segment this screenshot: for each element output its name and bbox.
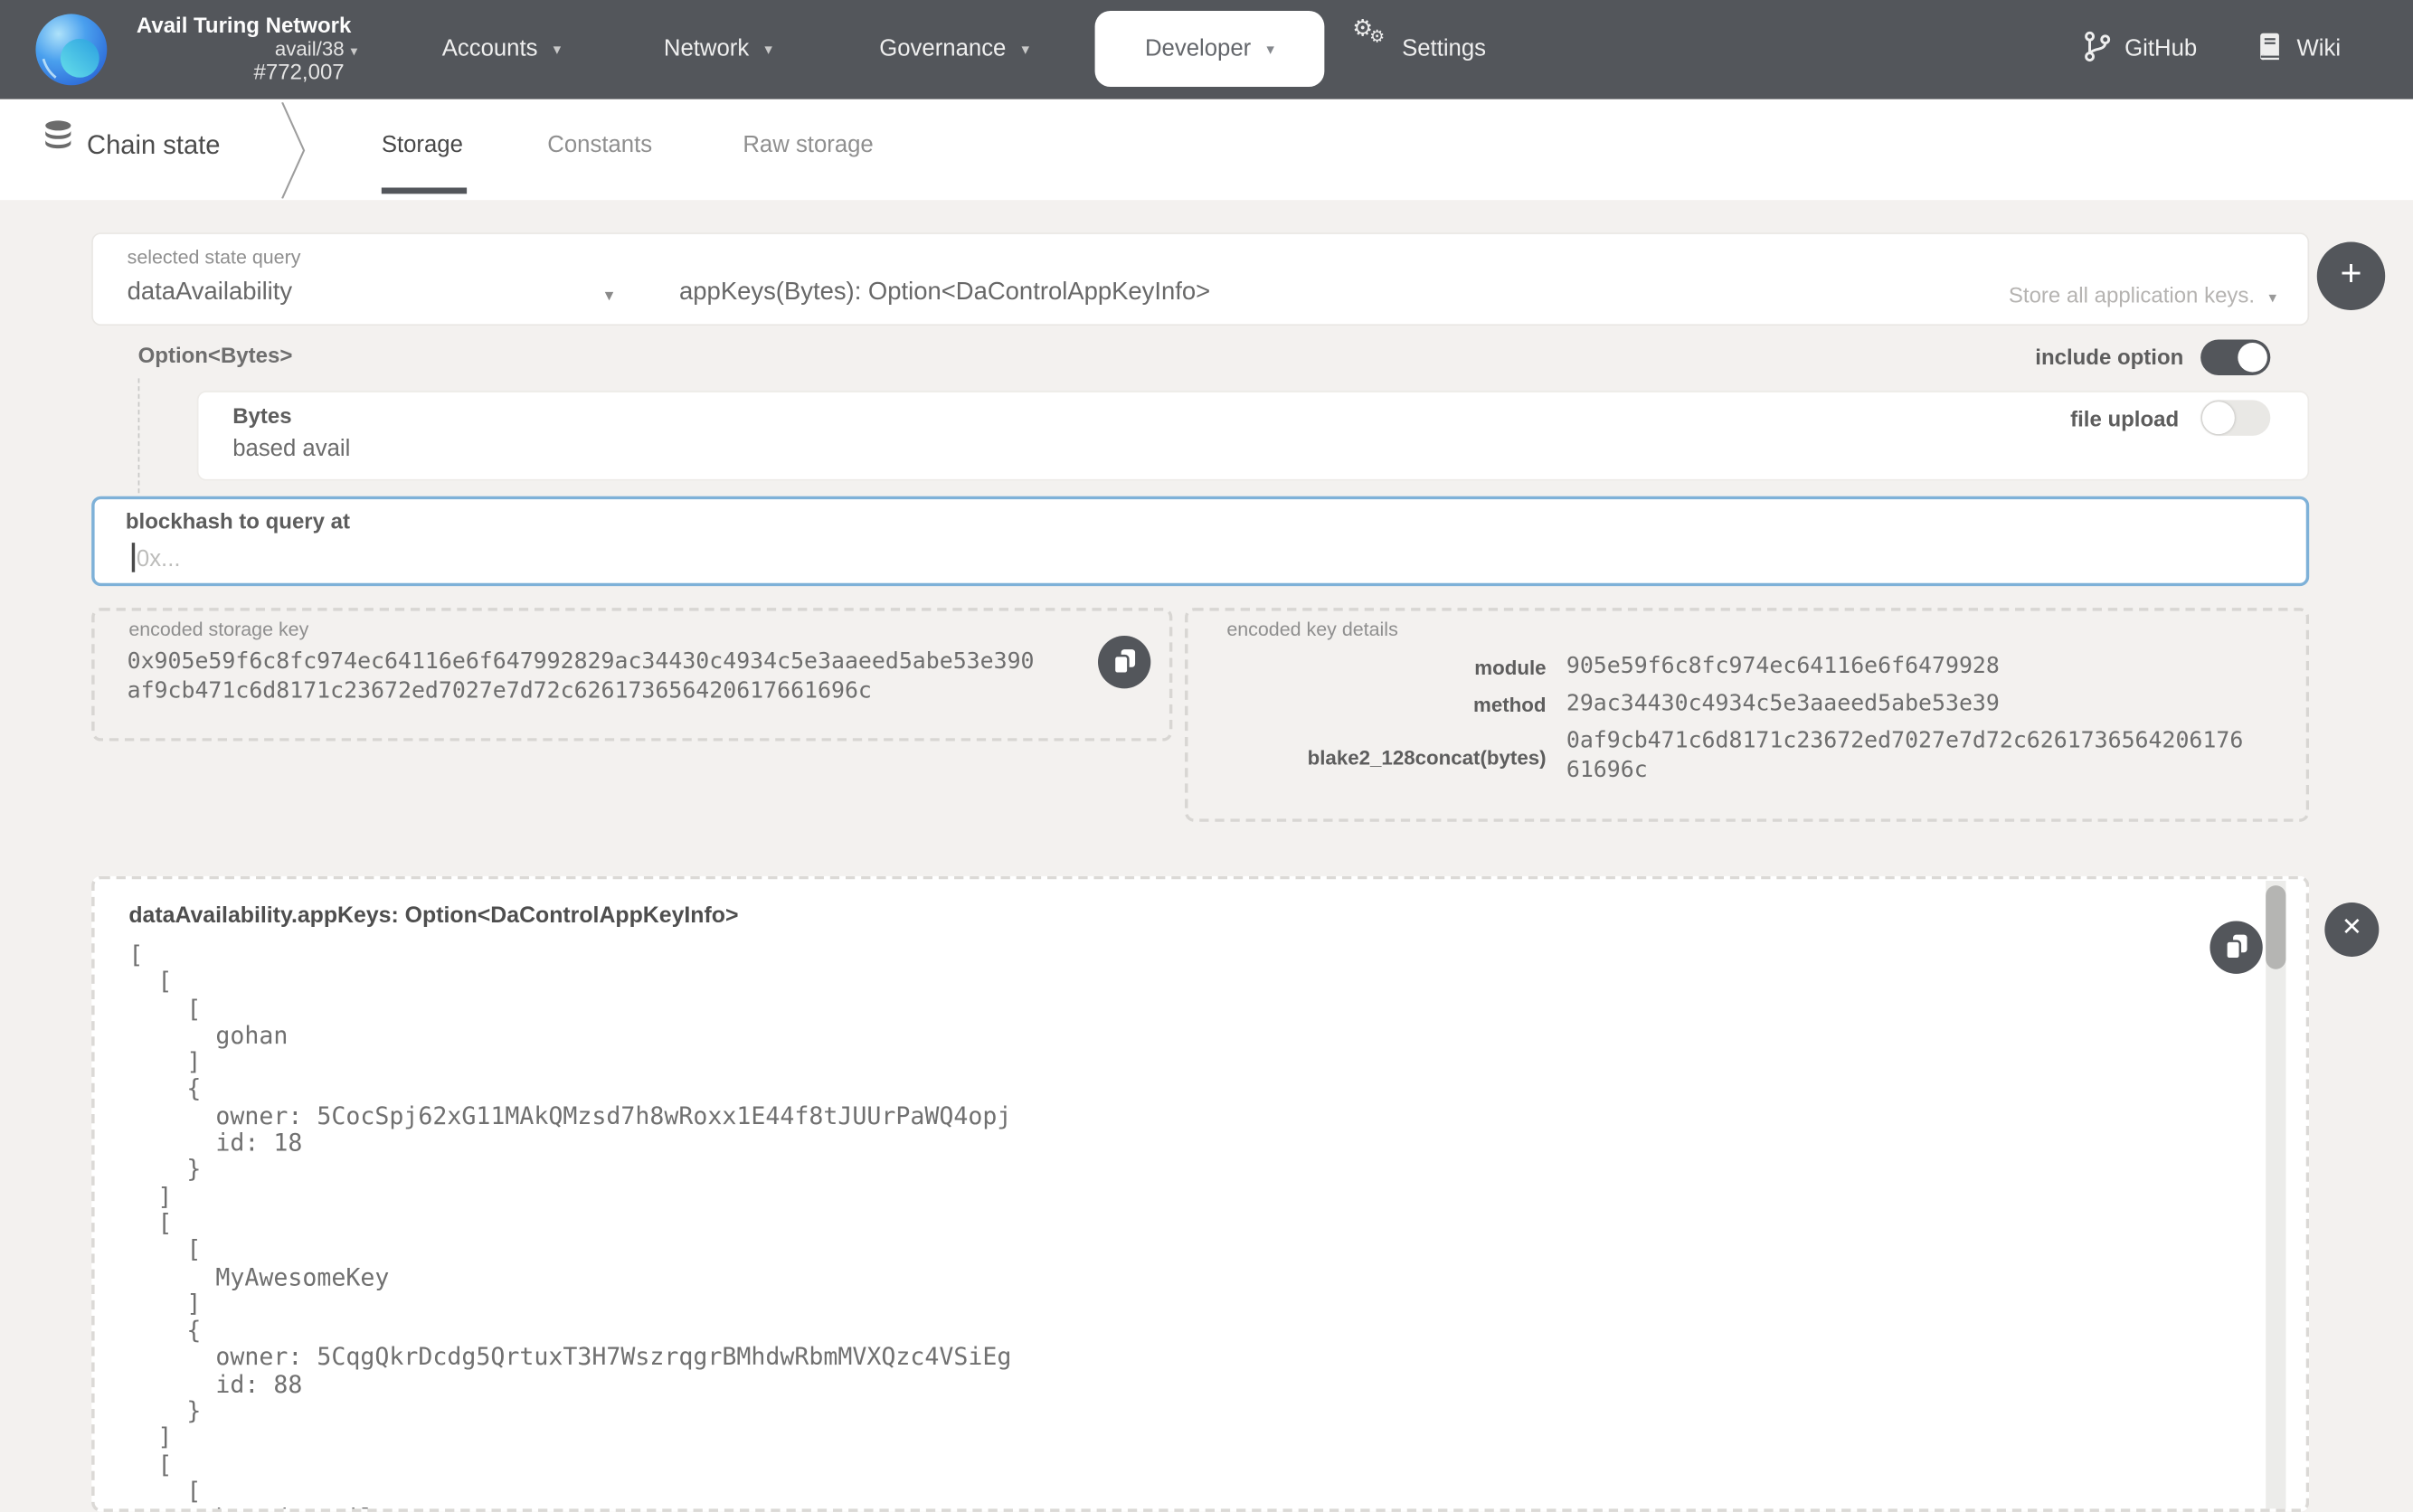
encoded-key-details-label: encoded key details [1226,619,1397,640]
github-link[interactable]: GitHub [2085,0,2198,99]
active-tab-underline [382,187,467,194]
toggle-knob [2238,343,2267,373]
page: Avail Turing Network avail/38▾ #772,007 … [0,0,2413,1512]
text-cursor [132,543,135,572]
code-branch-icon [2085,31,2111,61]
results-scrollbar-thumb[interactable] [2266,885,2285,969]
detail-label: blake2_128concat(bytes) [1226,745,1546,769]
nav-developer-active[interactable]: Developer▾ [1095,11,1325,87]
close-result-button[interactable]: ✕ [2324,902,2379,957]
database-icon [43,119,73,152]
copy-icon [2222,932,2250,963]
caret-down-icon: ▾ [1022,42,1030,59]
bytes-param-card: Bytes based avail file upload [197,391,2309,480]
blockhash-label: blockhash to query at [126,508,350,533]
tab-constants[interactable]: Constants [547,99,652,200]
encoded-key-details-card: encoded key details module 905e59f6c8fc9… [1185,608,2309,822]
include-option-toggle[interactable] [2200,340,2270,375]
avail-logo-icon [34,13,109,87]
param-type-label: Bytes [232,403,291,428]
chain-spec-selector[interactable]: avail/38▾ [137,37,345,61]
encoded-storage-key-card: encoded storage key 0x905e59f6c8fc974ec6… [91,608,1172,741]
encoded-storage-key-value: 0x905e59f6c8fc974ec64116e6f647992829ac34… [128,648,1035,707]
detail-row-module: module 905e59f6c8fc974ec64116e6f6479928 [1226,653,2278,683]
nav-governance[interactable]: Governance▾ [879,0,1029,99]
encoded-storage-key-label: encoded storage key [128,619,308,640]
avail-logo[interactable] [34,13,109,87]
wiki-link[interactable]: Wiki [2257,0,2341,99]
option-type-label: Option<Bytes> [138,343,293,367]
include-option-label: include option [2035,345,2183,369]
detail-row-blake2: blake2_128concat(bytes) 0af9cb471c6d8171… [1226,727,2278,786]
gears-icon: ⚙⚙ [1352,31,1396,68]
detail-label: module [1226,656,1546,679]
caret-down-icon: ▾ [554,42,562,59]
result-json: [ [ [ gohan ] { owner: 5CocSpj62xG11MAkQ… [128,943,1011,1512]
caret-down-icon: ▾ [1266,42,1274,59]
encoded-key-details-rows: module 905e59f6c8fc974ec64116e6f6479928 … [1226,653,2278,794]
nav-network[interactable]: Network▾ [664,0,772,99]
detail-row-method: method 29ac34430c4934c5e3aaeed5abe53e39 [1226,690,2278,720]
toggle-knob [2202,402,2235,434]
network-name: Avail Turing Network [137,13,345,37]
method-hint[interactable]: Store all application keys.▾ [2009,282,2276,307]
detail-label: method [1226,693,1546,716]
copy-storage-key-button[interactable] [1098,636,1150,688]
blockhash-input[interactable] [137,540,2261,577]
param-value[interactable]: based avail [232,436,350,462]
best-block-number: #772,007 [137,61,345,84]
caret-down-icon: ▾ [2269,290,2277,307]
add-query-button[interactable]: + [2317,241,2385,309]
tab-raw-storage[interactable]: Raw storage [743,99,873,200]
network-title-block: Avail Turing Network avail/38▾ #772,007 [137,13,345,84]
file-upload-toggle[interactable] [2200,400,2270,435]
query-label: selected state query [128,247,301,269]
caret-down-icon: ▾ [764,42,772,59]
detail-value: 29ac34430c4934c5e3aaeed5abe53e39 [1566,690,2000,720]
tab-storage[interactable]: Storage [382,99,463,200]
result-title: dataAvailability.appKeys: Option<DaContr… [128,904,738,929]
copy-icon [1111,647,1139,677]
tab-bar: Chain state Storage Constants Raw storag… [0,99,2413,200]
file-upload-label: file upload [2070,406,2179,430]
nav-settings[interactable]: ⚙⚙Settings [1352,0,1486,99]
nav-accounts[interactable]: Accounts▾ [442,0,562,99]
pallet-select[interactable]: dataAvailability [128,279,293,307]
state-query-card: selected state query dataAvailability ▾ … [91,232,2309,326]
query-results-panel: dataAvailability.appKeys: Option<DaContr… [91,876,2309,1512]
top-header: Avail Turing Network avail/38▾ #772,007 … [0,0,2413,99]
method-select[interactable]: appKeys(Bytes): Option<DaControlAppKeyIn… [679,279,1210,307]
page-title: Chain state [87,99,220,200]
caret-down-icon: ▾ [351,41,358,64]
tab-separator [279,102,310,198]
blockhash-card: blockhash to query at [91,496,2309,586]
copy-result-button[interactable] [2210,921,2262,974]
results-scrollbar-track[interactable] [2266,881,2285,1510]
book-icon [2257,31,2283,61]
detail-value: 905e59f6c8fc974ec64116e6f6479928 [1566,653,2000,683]
caret-down-icon[interactable]: ▾ [605,286,613,306]
param-tree-guide [138,378,140,493]
detail-value: 0af9cb471c6d8171c23672ed7027e7d72c626173… [1566,727,2243,786]
